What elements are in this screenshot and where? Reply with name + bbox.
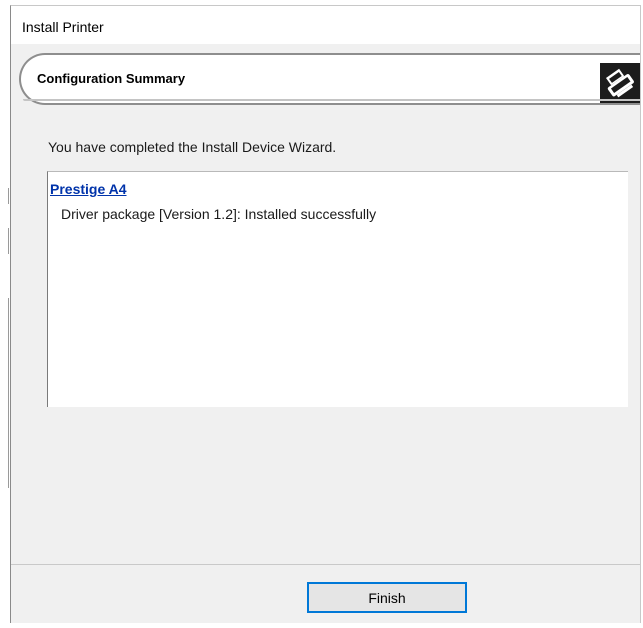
driver-status-text: Driver package [Version 1.2]: Installed … [61, 206, 377, 222]
background-edge-mark [8, 188, 9, 204]
title-bar[interactable]: Install Printer [11, 6, 640, 44]
window-title: Install Printer [22, 19, 104, 35]
background-edge-mark [8, 228, 9, 254]
dialog-footer: Finish [11, 565, 640, 628]
screen: Install Printer Configuration Summary Yo… [0, 0, 643, 628]
printer-icon [600, 63, 640, 103]
window-bottom-edge [0, 623, 643, 628]
install-results-list: Prestige A4 Driver package [Version 1.2]… [47, 171, 628, 407]
background-window-edge [0, 0, 10, 628]
wizard-header-banner: Configuration Summary [19, 53, 640, 105]
finish-button[interactable]: Finish [307, 582, 467, 613]
device-name-link[interactable]: Prestige A4 [50, 181, 127, 197]
background-edge-mark [8, 298, 9, 488]
banner-title: Configuration Summary [37, 71, 186, 86]
install-printer-dialog: Install Printer Configuration Summary Yo… [10, 5, 641, 628]
dialog-body: Configuration Summary You have completed… [11, 44, 640, 564]
completion-message: You have completed the Install Device Wi… [48, 139, 337, 155]
